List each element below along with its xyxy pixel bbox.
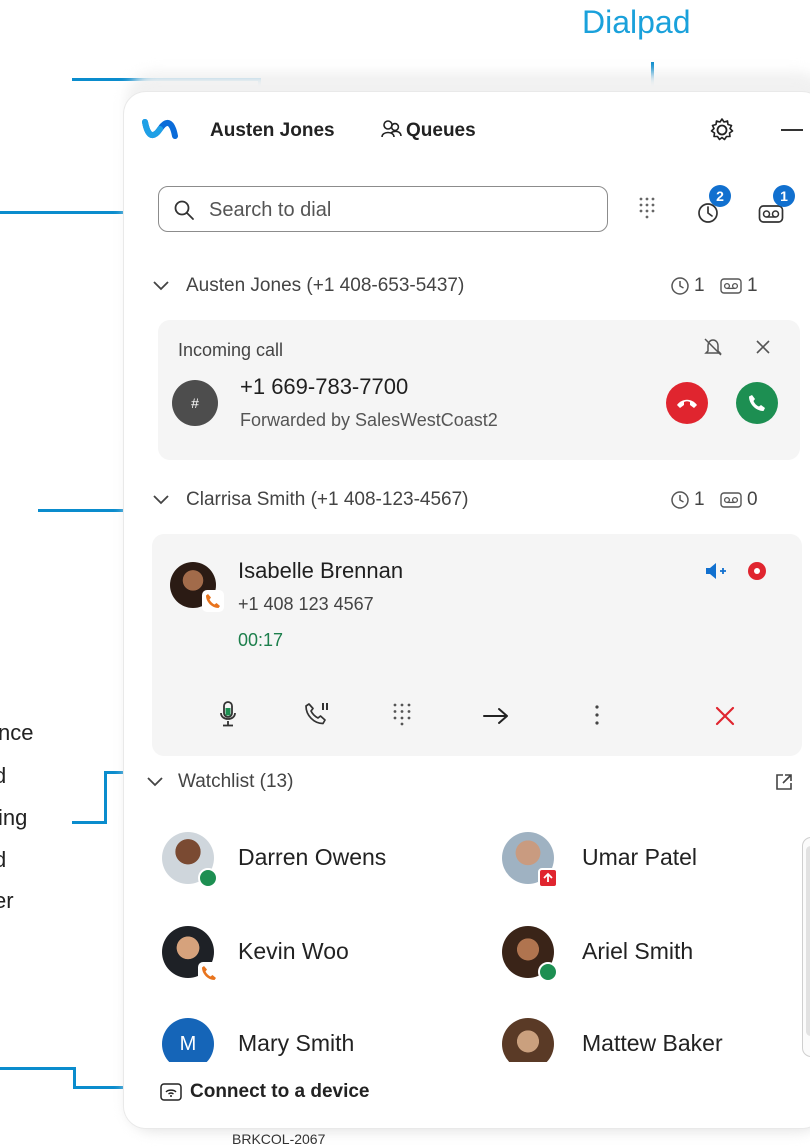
hold-call-icon[interactable]	[304, 701, 332, 727]
connect-to-device-button[interactable]: Connect to a device	[190, 1081, 370, 1103]
connect-device-icon	[160, 1083, 182, 1101]
dialpad-callout-title: Dialpad	[582, 4, 691, 40]
speaker-icon[interactable]	[704, 562, 728, 580]
active-call-card: Isabelle Brennan +1 408 123 4567 00:17	[152, 534, 802, 756]
voicemail-icon	[720, 278, 742, 294]
contact-name: Kevin Woo	[238, 938, 349, 964]
available-presence-icon	[198, 868, 218, 888]
contact-name: Darren Owens	[238, 844, 387, 870]
minimize-icon[interactable]	[781, 129, 803, 131]
chevron-down-icon[interactable]	[152, 494, 170, 506]
contact-name: Umar Patel	[582, 844, 698, 870]
decline-call-button[interactable]	[666, 382, 708, 424]
dialpad-icon[interactable]	[638, 196, 656, 220]
gear-icon[interactable]	[708, 116, 736, 144]
chevron-down-icon[interactable]	[152, 280, 170, 292]
record-icon[interactable]	[748, 562, 766, 580]
search-to-dial-field[interactable]	[158, 186, 608, 232]
contact-name: Ariel Smith	[582, 938, 694, 964]
voicemail-icon[interactable]	[758, 204, 784, 224]
queues-button[interactable]: Queues	[406, 120, 476, 142]
user-name[interactable]: Austen Jones	[210, 120, 335, 142]
more-options-icon[interactable]	[594, 704, 600, 726]
side-annotation-text: d	[0, 847, 7, 872]
webex-logo-icon	[142, 119, 178, 139]
watchlist-label[interactable]: Watchlist (13)	[178, 771, 293, 793]
presenting-presence-icon	[538, 868, 558, 888]
list-item[interactable]: Kevin Woo	[160, 924, 460, 984]
chevron-down-icon[interactable]	[146, 776, 164, 788]
recents-clock-icon	[671, 491, 689, 509]
line-voicemail-count: 1	[747, 275, 758, 296]
calling-panel: Austen Jones Queues 2	[124, 92, 810, 1128]
contact-name: Mattew Baker	[582, 1030, 723, 1056]
end-call-icon[interactable]	[714, 705, 736, 727]
side-annotation-text: nce	[0, 720, 34, 745]
recents-badge: 2	[709, 185, 731, 207]
caller-avatar: #	[172, 380, 218, 426]
on-call-presence-icon	[202, 590, 224, 612]
callout-line	[38, 509, 138, 512]
recents-clock-icon	[671, 277, 689, 295]
search-input[interactable]	[207, 195, 591, 225]
line-voicemail-count: 0	[747, 489, 758, 510]
list-item[interactable]: Umar Patel	[500, 830, 800, 890]
footer: Connect to a device	[124, 1062, 810, 1128]
callout-line	[0, 211, 140, 214]
callout-line	[72, 821, 107, 824]
incoming-call-card: Incoming call # +1 669-783-7700 Forwarde…	[158, 320, 800, 460]
list-item[interactable]: Darren Owens	[160, 830, 460, 890]
pop-out-icon[interactable]	[774, 772, 794, 792]
side-annotation-text: ing	[0, 805, 28, 830]
callout-line	[0, 1067, 76, 1070]
contact-name: Mary Smith	[238, 1030, 355, 1056]
side-annotation-text: d	[0, 763, 7, 788]
microphone-icon[interactable]	[218, 700, 238, 728]
line-recent-count: 1	[694, 489, 705, 510]
close-icon[interactable]	[754, 338, 772, 356]
watchlist-scrollbar[interactable]	[802, 837, 810, 1057]
call-timer: 00:17	[238, 630, 284, 650]
callout-line	[104, 771, 107, 824]
side-annotation-text: er	[0, 888, 14, 913]
line-label[interactable]: Austen Jones (+1 408-653-5437)	[186, 275, 464, 297]
queues-icon	[381, 120, 402, 138]
list-item[interactable]: Ariel Smith	[500, 924, 800, 984]
session-code: BRKCOL-2067	[232, 1131, 326, 1147]
on-call-presence-icon	[198, 962, 220, 984]
dialpad-icon[interactable]	[392, 702, 412, 726]
forwarded-by-text: Forwarded by SalesWestCoast2	[240, 410, 498, 430]
voicemail-icon	[720, 492, 742, 508]
transfer-arrow-icon[interactable]	[482, 706, 510, 726]
active-caller-number: +1 408 123 4567	[238, 594, 374, 614]
voicemail-badge: 1	[773, 185, 795, 207]
incoming-call-title: Incoming call	[178, 340, 284, 360]
line-label[interactable]: Clarrisa Smith (+1 408-123-4567)	[186, 489, 469, 511]
active-caller-name: Isabelle Brennan	[238, 558, 404, 583]
search-icon	[174, 200, 194, 220]
mute-ringer-icon[interactable]	[702, 336, 724, 358]
available-presence-icon	[538, 962, 558, 982]
line-recent-count: 1	[694, 275, 705, 296]
answer-call-button[interactable]	[736, 382, 778, 424]
caller-number: +1 669-783-7700	[240, 374, 409, 399]
